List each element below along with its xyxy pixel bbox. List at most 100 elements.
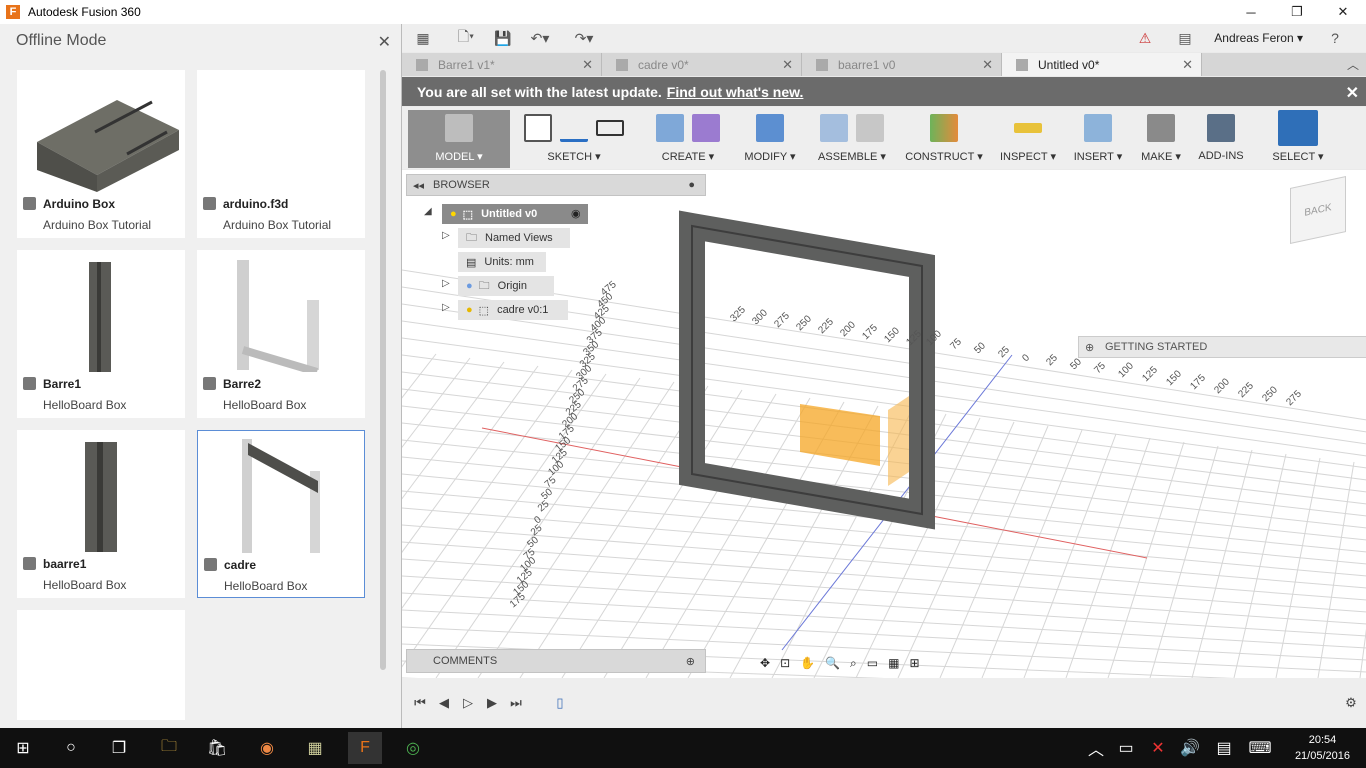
make-group[interactable]: MAKE ▾ [1136,110,1186,168]
close-window-button[interactable]: ✕ [1320,0,1366,24]
cortana-icon[interactable]: ○ [54,732,88,764]
battery-icon[interactable]: ▭ [1114,732,1138,764]
close-icon[interactable]: ✕ [378,32,391,52]
restore-button[interactable]: ❐ [1274,0,1320,24]
close-tab-icon[interactable]: ✕ [582,57,593,73]
expand-plus-icon[interactable]: ⊕ [1085,341,1094,354]
expand-arrow-icon[interactable]: ▷ [442,278,452,289]
close-tab-icon[interactable]: ✕ [782,57,793,73]
browser-item-units[interactable]: ▤ Units: mm [458,252,546,272]
whats-new-link[interactable]: Find out what's new. [667,84,804,100]
timeline-settings-icon[interactable]: ⚙ [1343,695,1359,711]
expand-arrow-icon[interactable]: ▷ [442,230,452,241]
file-explorer-icon[interactable]: 🗀 [152,732,186,764]
orbit-icon[interactable]: ✥ [760,656,770,670]
network-icon[interactable]: ✕ [1146,732,1170,764]
look-at-icon[interactable]: ⊡ [780,656,790,670]
select-group[interactable]: SELECT ▾ [1270,110,1326,168]
viewports-icon[interactable]: ⊞ [909,656,919,670]
step-back-icon[interactable]: ◀ [436,695,452,711]
project-card[interactable]: baarre1 HelloBoard Box [17,430,185,598]
browser-item-cadre[interactable]: ● ⬚ cadre v0:1 [458,300,568,320]
grid-settings-icon[interactable]: ▦ [888,656,899,670]
insert-image-icon [1084,114,1112,142]
action-center-icon[interactable]: ▤ [1212,732,1236,764]
timeline-marker-icon[interactable]: ▯ [552,695,568,711]
undo-icon[interactable]: ↶▾ [518,24,562,52]
pan-icon[interactable]: ✋ [800,656,815,670]
collapse-browser-icon[interactable]: ◂◂ [413,179,424,192]
zoom-icon[interactable]: 🔍 [825,656,840,670]
data-panel-icon[interactable]: ▦ [402,24,444,52]
browser-root-node[interactable]: ● ⬚ Untitled v0 [442,204,588,224]
close-banner-icon[interactable]: ✕ [1346,83,1359,103]
project-card[interactable]: arduino.f3d Arduino Box Tutorial [197,70,365,238]
collapse-arrow-icon[interactable]: ◢ [424,206,434,217]
display-settings-icon[interactable]: ▭ [867,656,878,670]
project-card[interactable]: Barre2 HelloBoard Box [197,250,365,418]
browser-options-icon[interactable]: ● [688,179,695,191]
project-card[interactable]: Arduino Box Arduino Box Tutorial [17,70,185,238]
project-card-selected[interactable]: cadre HelloBoard Box [197,430,365,598]
workspace-switcher[interactable]: MODEL ▾ [408,110,510,168]
keyboard-icon[interactable]: ⌨ [1246,732,1274,764]
construct-group[interactable]: CONSTRUCT ▾ [904,110,984,168]
chrome-icon[interactable]: ◎ [396,732,430,764]
fit-icon[interactable]: ⌕ [850,656,857,671]
play-back-icon[interactable]: ▷ [460,695,476,711]
addins-group[interactable]: ADD-INS [1196,110,1246,168]
file-menu-icon[interactable]: 🗋▾ [444,24,488,52]
viewcube[interactable]: BACK [1290,176,1346,244]
show-hidden-icons[interactable]: ︿ [1084,732,1108,764]
tab-untitled[interactable]: Untitled v0* ✕ [1002,53,1202,76]
visibility-bulb-icon[interactable]: ● [466,304,473,316]
collapse-tabs-icon[interactable]: ︿ [1347,56,1359,73]
play-icon[interactable]: ▶ [484,695,500,711]
close-tab-icon[interactable]: ✕ [982,57,993,73]
project-card-empty[interactable] [17,610,185,720]
title-bar: F Autodesk Fusion 360 ─ ❐ ✕ [0,0,1366,24]
modify-group[interactable]: MODIFY ▾ [740,110,800,168]
visibility-bulb-icon[interactable]: ● [466,280,473,292]
canvas-viewport[interactable]: 475 450 425 400 375 350 325 300 275 250 225 200 175 1… [402,170,1366,678]
inspect-group[interactable]: INSPECT ▾ [998,110,1058,168]
user-menu[interactable]: Andreas Feron ▾ [1214,31,1303,45]
browser-panel[interactable]: ◂◂ BROWSER ● [406,174,706,196]
comments-panel[interactable]: COMMENTS ⊕ [406,649,706,673]
browser-item-origin[interactable]: ● 🗀 Origin [458,276,554,296]
redo-icon[interactable]: ↷▾ [562,24,606,52]
go-to-end-icon[interactable]: ⏭ [508,695,524,711]
visibility-bulb-icon[interactable]: ● [450,208,457,220]
task-view-icon[interactable]: ❐ [102,732,136,764]
activate-radio-icon[interactable]: ◉ [571,207,581,220]
store-icon[interactable]: 🛍 [200,732,234,764]
start-icon[interactable]: ⊞ [6,732,40,764]
add-comment-icon[interactable]: ⊕ [686,655,695,668]
volume-icon[interactable]: 🔊 [1178,732,1202,764]
expand-arrow-icon[interactable]: ▷ [442,302,452,313]
offline-icon[interactable]: ⚠ [1133,24,1157,52]
sketch-group[interactable]: SKETCH ▾ [516,110,632,168]
panel-scrollbar[interactable] [380,70,386,670]
maps-app-icon[interactable]: ▦ [298,732,332,764]
getting-started-panel[interactable]: ⊕ GETTING STARTED [1078,336,1366,358]
browser-item-named-views[interactable]: 🗀 Named Views [458,228,570,248]
notifications-icon[interactable]: ▤ [1173,24,1197,52]
close-tab-icon[interactable]: ✕ [1182,57,1193,73]
paint-icon[interactable]: ◉ [250,732,284,764]
save-icon[interactable]: 💾 [488,24,518,52]
project-card[interactable]: Barre1 HelloBoard Box [17,250,185,418]
help-icon[interactable]: ? [1323,24,1347,52]
grid-tick-label: 250 [1260,384,1280,404]
assemble-group[interactable]: ASSEMBLE ▾ [812,110,892,168]
go-to-start-icon[interactable]: ⏮ [412,695,428,711]
minimize-button[interactable]: ─ [1228,0,1274,24]
tab-baarre1[interactable]: baarre1 v0 ✕ [802,53,1002,76]
card-name: cadre [224,558,257,572]
create-group[interactable]: CREATE ▾ [648,110,728,168]
fusion-taskbar-icon[interactable]: F [348,732,382,764]
clock[interactable]: 20:54 21/05/2016 [1295,732,1350,764]
tab-barre1[interactable]: Barre1 v1* ✕ [402,53,602,76]
insert-group[interactable]: INSERT ▾ [1072,110,1124,168]
tab-cadre[interactable]: cadre v0* ✕ [602,53,802,76]
